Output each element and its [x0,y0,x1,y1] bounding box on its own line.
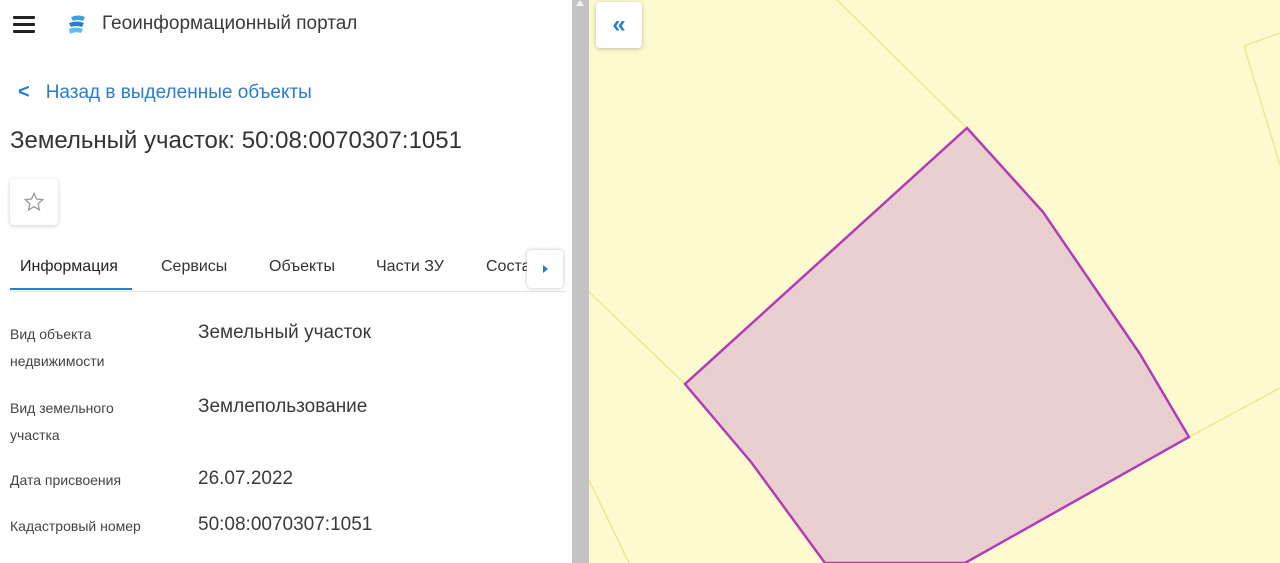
favorite-button[interactable] [10,179,58,225]
field-label-assign-date: Дата присвоения [10,472,122,488]
field-value-object-type: Земельный участок [198,322,371,343]
page-title: Земельный участок: 50:08:0070307:1051 [10,127,462,154]
field-value-assign-date: 26.07.2022 [198,468,294,489]
boundary-line [589,291,686,385]
tab-bar: Информация Сервисы Объекты Части ЗУ Сост… [10,247,566,292]
tab-composition[interactable]: Соста [486,258,531,276]
menu-icon[interactable] [13,16,35,34]
chevron-left-icon: < [18,81,30,103]
tab-information[interactable]: Информация [20,258,118,276]
selected-land-parcel[interactable] [683,126,1191,563]
boundary-line [1188,387,1280,438]
active-tab-indicator [10,288,132,290]
boundary-line [836,0,968,129]
portal-logo-icon [69,15,85,34]
map-canvas[interactable] [589,0,1280,563]
field-label-object-type: Вид объекта недвижимости [10,326,105,369]
tabs-scroll-right-button[interactable] [527,250,563,288]
app-title: Геоинформационный портал [102,13,358,34]
panel-scrollbar[interactable] [572,0,589,563]
tab-objects[interactable]: Объекты [269,258,335,276]
field-label-cadastral-number: Кадастровый номер [10,518,141,534]
tab-services[interactable]: Сервисы [161,258,227,276]
boundary-line [1243,45,1280,166]
collapse-panel-button[interactable]: « [596,2,642,48]
star-icon [23,191,45,212]
boundary-line [589,479,630,563]
boundary-line [1243,32,1280,47]
scroll-up-arrow-icon[interactable] [576,0,584,6]
side-panel: Геоинформационный портал < Назад в выдел… [0,0,572,563]
field-value-parcel-type: Землепользование [198,396,368,417]
back-to-selection-link[interactable]: < Назад в выделенные объекты [18,81,312,104]
back-link-label: Назад в выделенные объекты [45,81,312,103]
field-label-parcel-type: Вид земельного участка [10,400,114,443]
field-value-cadastral-number: 50:08:0070307:1051 [198,514,373,535]
map-view[interactable] [589,0,1280,563]
tab-parcel-parts[interactable]: Части ЗУ [376,258,444,276]
